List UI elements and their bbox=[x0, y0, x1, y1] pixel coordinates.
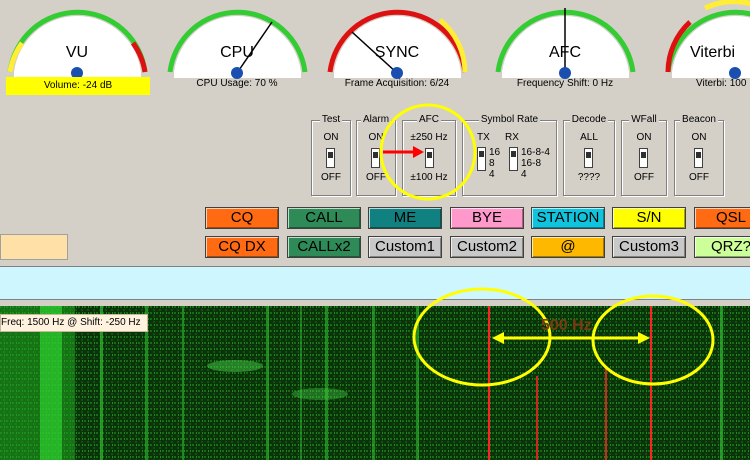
qrz-button[interactable]: QRZ? bbox=[694, 236, 750, 258]
at-button[interactable]: @ bbox=[531, 236, 605, 258]
custom3-button[interactable]: Custom3 bbox=[612, 236, 686, 258]
bye-button[interactable]: BYE bbox=[450, 207, 524, 229]
frequency-readout: Freq: 1500 Hz @ Shift: -250 Hz bbox=[0, 314, 148, 332]
qsl-button[interactable]: QSL bbox=[694, 207, 750, 229]
sn-button[interactable]: S/N bbox=[612, 207, 686, 229]
me-button[interactable]: ME bbox=[368, 207, 442, 229]
custom1-button[interactable]: Custom1 bbox=[368, 236, 442, 258]
call-button[interactable]: CALL bbox=[287, 207, 361, 229]
span-label: 500 Hz bbox=[541, 317, 592, 334]
cq-dx-button[interactable]: CQ DX bbox=[205, 236, 279, 258]
span-annotation bbox=[412, 287, 715, 387]
tx-text-input[interactable] bbox=[0, 234, 68, 260]
cq-button[interactable]: CQ bbox=[205, 207, 279, 229]
station-button[interactable]: STATION bbox=[531, 207, 605, 229]
custom2-button[interactable]: Custom2 bbox=[450, 236, 524, 258]
callx2-button[interactable]: CALLx2 bbox=[287, 236, 361, 258]
afc-annotation bbox=[379, 103, 477, 201]
